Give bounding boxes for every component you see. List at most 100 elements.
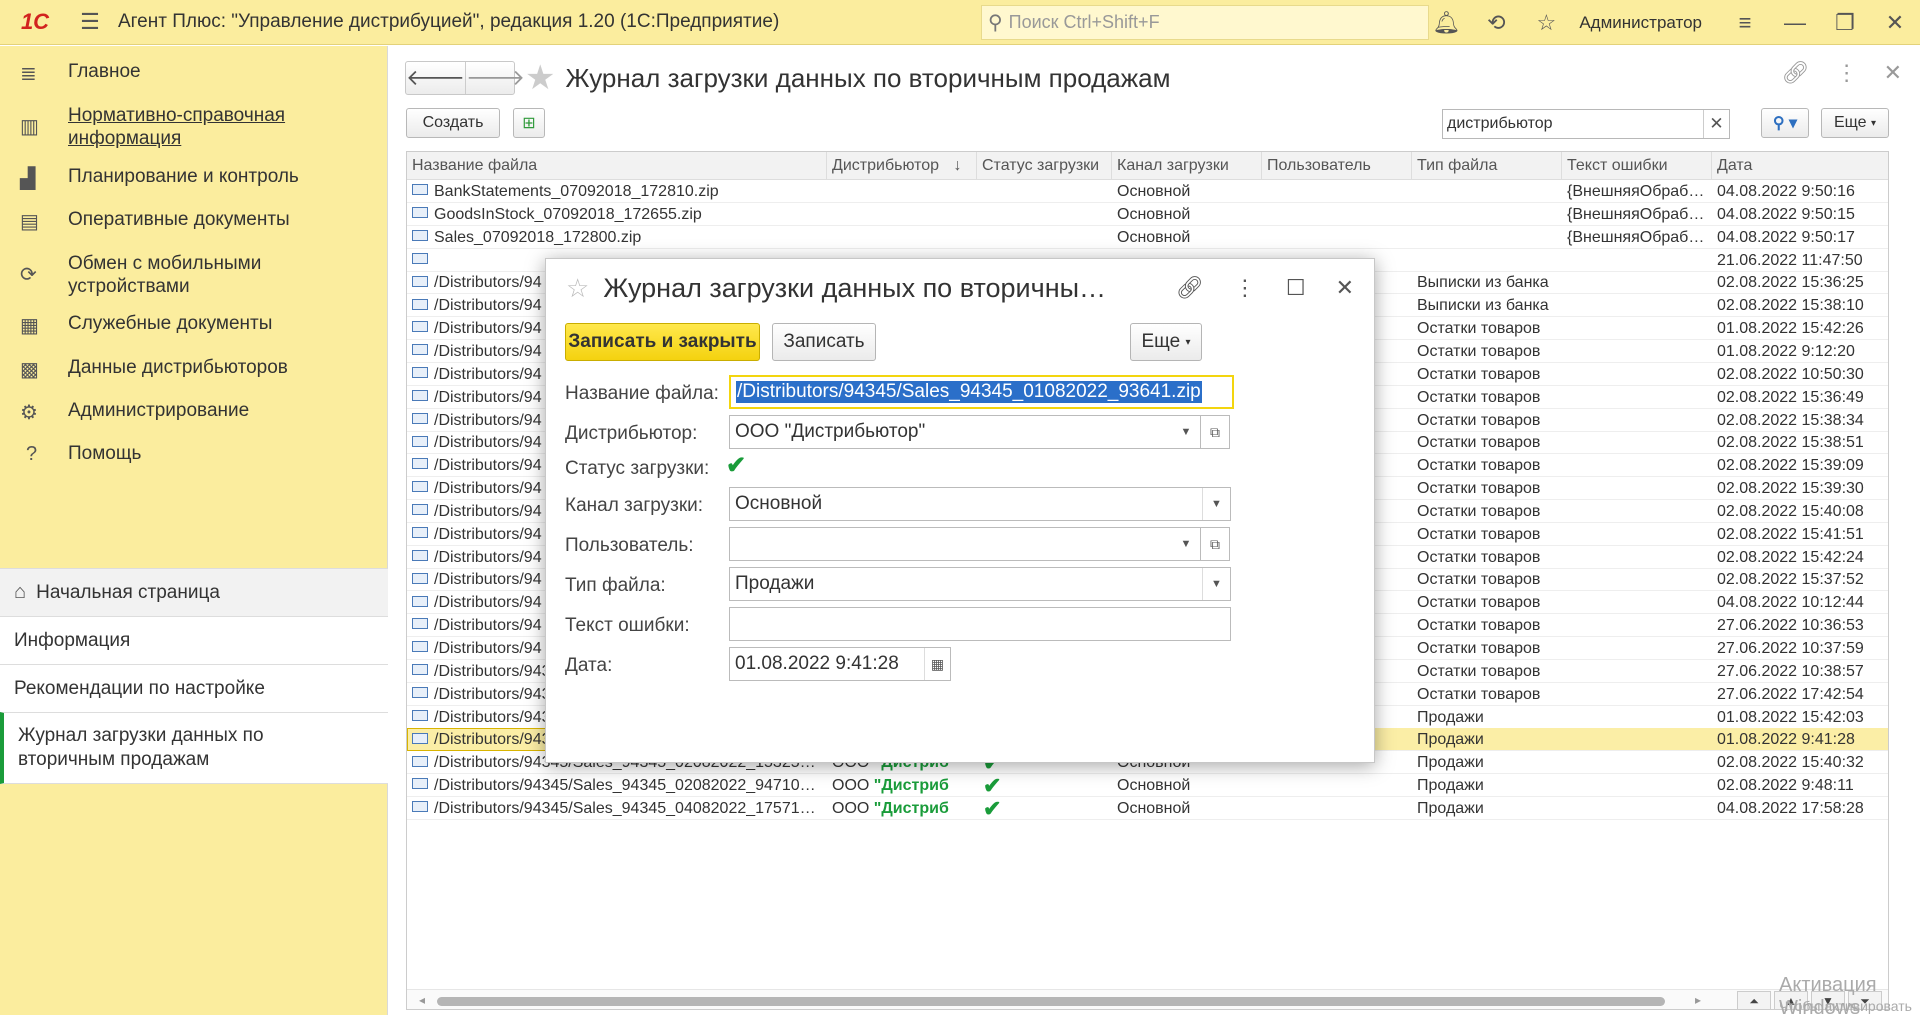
- file-name-text: /Distributors/94: [434, 548, 542, 566]
- copy-add-icon[interactable]: ⊞: [513, 108, 545, 138]
- sidebar-item-planning[interactable]: ▟ Планирование и контроль: [0, 165, 309, 191]
- file-icon: [412, 321, 428, 333]
- link-icon[interactable]: 🔗︎: [1782, 60, 1810, 86]
- file-name-text: /Distributors/94: [434, 297, 542, 315]
- file-icon: [412, 367, 428, 379]
- save-button[interactable]: Записать: [772, 323, 876, 361]
- history-icon[interactable]: ⟲: [1471, 0, 1521, 45]
- dropdown-arrow-icon[interactable]: ▼: [1172, 416, 1200, 448]
- user-field[interactable]: ▼ ⧉: [729, 527, 1230, 561]
- documents-icon: ▤: [20, 211, 39, 233]
- dialog-maximize-icon[interactable]: ☐: [1286, 275, 1306, 301]
- dropdown-arrow-icon[interactable]: ▼: [1202, 488, 1230, 520]
- date-label: Дата:: [565, 655, 613, 676]
- sidebar-item-distributor-data[interactable]: ▩ Данные дистрибьюторов: [0, 356, 298, 382]
- sidebar-item-mobile-exchange[interactable]: ⟳ Обмен с мобильными устройствами: [0, 252, 388, 298]
- list-search-input[interactable]: дистрибьютор ✕: [1442, 109, 1730, 139]
- table-row[interactable]: GoodsInStock_07092018_172655.zip Основной…: [407, 203, 1888, 226]
- scrollbar-thumb[interactable]: [437, 997, 1665, 1006]
- sidebar-item-help[interactable]: ? Помощь: [0, 442, 151, 466]
- record-dialog: ☆ Журнал загрузки данных по вторичны… 🔗︎…: [545, 258, 1375, 763]
- create-button[interactable]: Создать: [406, 108, 500, 138]
- status-checkbox[interactable]: ✔: [726, 451, 746, 480]
- cell-status: [977, 203, 1112, 226]
- col-error-text[interactable]: Текст ошибки: [1562, 152, 1712, 180]
- file-name-text: /Distributors/94: [434, 594, 542, 612]
- cell-type: Остатки товаров: [1417, 388, 1541, 406]
- sidebar-item-operational-docs[interactable]: ▤ Оперативные документы: [0, 208, 300, 234]
- open-record-icon[interactable]: ⧉: [1200, 415, 1230, 449]
- distributor-value: ООО "Дистрибьютор": [735, 421, 926, 442]
- top-bar-actions: 🔔︎ ⟲ ☆ Администратор ≡ — ❐ ✕: [1421, 0, 1920, 45]
- col-date[interactable]: Дата: [1712, 152, 1888, 180]
- file-name-text: /Distributors/94: [434, 571, 542, 589]
- dialog-link-icon[interactable]: 🔗︎: [1176, 275, 1204, 301]
- horizontal-scrollbar[interactable]: ◂ ▸ ⏶ ▲ ▼ ⏷: [407, 989, 1888, 1009]
- settings-menu-icon[interactable]: ≡: [1720, 0, 1770, 45]
- sidebar-item-main[interactable]: ≣ Главное: [0, 60, 151, 86]
- close-page-icon[interactable]: ✕: [1884, 60, 1902, 86]
- restore-icon[interactable]: ❐: [1820, 0, 1870, 45]
- current-user[interactable]: Администратор: [1579, 13, 1702, 33]
- calendar-icon[interactable]: ▦: [924, 648, 950, 680]
- close-icon[interactable]: ✕: [1870, 0, 1920, 45]
- sidebar-item-reference[interactable]: ▥ Нормативно-справочная информация: [0, 104, 388, 150]
- table-row[interactable]: Sales_07092018_172800.zip Основной {Внешня…: [407, 226, 1888, 249]
- dropdown-arrow-icon[interactable]: ▼: [1202, 568, 1230, 600]
- file-icon: [412, 527, 428, 539]
- date-field[interactable]: 01.08.2022 9:41:28 ▦: [729, 647, 951, 681]
- dialog-close-icon[interactable]: ✕: [1336, 275, 1354, 301]
- col-channel[interactable]: Канал загрузки: [1112, 152, 1262, 180]
- dialog-more-icon[interactable]: ⋮: [1234, 275, 1256, 301]
- forward-arrow-icon[interactable]: 🡒: [465, 62, 525, 94]
- table-row[interactable]: /Distributors/94345/Sales_94345_04082022…: [407, 797, 1888, 820]
- file-name-field[interactable]: /Distributors/94345/Sales_94345_01082022…: [729, 375, 1234, 409]
- favorites-star-icon[interactable]: ☆: [1521, 0, 1571, 45]
- cell-date: 27.06.2022 17:42:54: [1717, 685, 1864, 703]
- search-icon: ⚲ ▾: [1772, 115, 1798, 132]
- scroll-top-icon[interactable]: ⏶: [1737, 991, 1771, 1009]
- cell-type: Остатки товаров: [1417, 502, 1541, 520]
- save-and-close-button[interactable]: Записать и закрыть: [565, 323, 760, 361]
- table-row[interactable]: /Distributors/94345/Sales_94345_02082022…: [407, 774, 1888, 798]
- file-name-value: /Distributors/94345/Sales_94345_01082022…: [736, 381, 1202, 403]
- global-search-input[interactable]: ⚲ Поиск Ctrl+Shift+F: [981, 5, 1429, 40]
- file-type-field[interactable]: Продажи ▼: [729, 567, 1231, 601]
- sidebar-item-administration[interactable]: ⚙ Администрирование: [0, 399, 259, 425]
- sidebar-item-service-docs[interactable]: ▦ Служебные документы: [0, 312, 282, 338]
- col-file-type[interactable]: Тип файла: [1412, 152, 1562, 180]
- cell-type: Остатки товаров: [1417, 411, 1541, 429]
- col-user[interactable]: Пользователь: [1262, 152, 1412, 180]
- clear-search-icon[interactable]: ✕: [1703, 110, 1729, 138]
- col-file-name[interactable]: Название файла: [407, 152, 827, 180]
- cell-date: 01.08.2022 15:42:26: [1717, 320, 1864, 338]
- bell-icon[interactable]: 🔔︎: [1421, 0, 1471, 45]
- favorite-star-icon[interactable]: ★: [525, 58, 555, 98]
- menu-icon[interactable]: ☰: [70, 0, 110, 45]
- open-record-icon[interactable]: ⧉: [1200, 527, 1230, 561]
- sidebar-item-label: Администрирование: [68, 400, 250, 421]
- dropdown-arrow-icon[interactable]: ▼: [1172, 528, 1200, 560]
- nav-current-journal[interactable]: Журнал загрузки данных по вторичным прод…: [0, 712, 388, 784]
- cell-type: Остатки товаров: [1417, 365, 1541, 383]
- scroll-left-icon[interactable]: ◂: [419, 993, 425, 1007]
- dialog-star-icon[interactable]: ☆: [566, 273, 589, 304]
- distributor-field[interactable]: ООО "Дистрибьютор" ▼ ⧉: [729, 415, 1230, 449]
- nav-home-page[interactable]: ⌂ Начальная страница: [0, 568, 388, 616]
- dialog-more-button[interactable]: Еще ▾: [1130, 323, 1202, 361]
- scroll-right-icon[interactable]: ▸: [1695, 993, 1701, 1007]
- back-arrow-icon[interactable]: 🡐: [406, 62, 465, 94]
- table-row[interactable]: BankStatements_07092018_172810.zip Основн…: [407, 180, 1888, 203]
- error-text-field[interactable]: [729, 607, 1231, 641]
- search-button[interactable]: ⚲ ▾: [1761, 108, 1809, 138]
- more-button[interactable]: Еще ▾: [1821, 108, 1889, 138]
- file-name-text: /Distributors/94: [434, 480, 542, 498]
- minimize-icon[interactable]: —: [1770, 0, 1820, 45]
- col-status[interactable]: Статус загрузки: [977, 152, 1112, 180]
- nav-information[interactable]: Информация: [0, 616, 388, 664]
- more-vertical-icon[interactable]: ⋮: [1836, 60, 1858, 86]
- cell-error: [1562, 363, 1712, 386]
- col-distributor[interactable]: Дистрибьютор ↓: [827, 152, 977, 180]
- channel-field[interactable]: Основной ▼: [729, 487, 1231, 521]
- nav-recommendations[interactable]: Рекомендации по настройке: [0, 664, 388, 712]
